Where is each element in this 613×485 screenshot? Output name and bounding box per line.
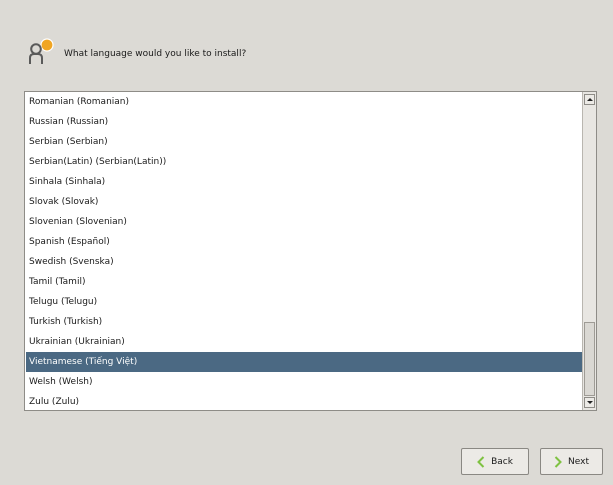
back-button-label: Back — [491, 456, 513, 467]
language-item[interactable]: Swedish (Svenska) — [26, 252, 583, 272]
language-list[interactable]: Romanian (Romanian) Russian (Russian) Serb… — [24, 91, 597, 411]
language-item[interactable]: Telugu (Telugu) — [26, 292, 583, 312]
language-item[interactable]: Tamil (Tamil) — [26, 272, 583, 292]
installer-window: { "header": { "title": "What language wo… — [0, 0, 613, 485]
language-item[interactable]: Ukrainian (Ukrainian) — [26, 332, 583, 352]
language-item[interactable]: Slovak (Slovak) — [26, 192, 583, 212]
language-item[interactable]: Russian (Russian) — [26, 112, 583, 132]
scroll-down-button[interactable] — [584, 397, 595, 408]
language-item[interactable]: Slovenian (Slovenian) — [26, 212, 583, 232]
scroll-up-button[interactable] — [584, 94, 595, 105]
language-item[interactable]: Turkish (Turkish) — [26, 312, 583, 332]
language-item[interactable]: Welsh (Welsh) — [26, 372, 583, 392]
scroll-thumb[interactable] — [584, 322, 595, 396]
vertical-scrollbar[interactable] — [582, 92, 596, 410]
page-header: What language would you like to install? — [28, 36, 246, 66]
language-item[interactable]: Serbian (Serbian) — [26, 132, 583, 152]
language-item[interactable]: Romanian (Romanian) — [26, 92, 583, 112]
next-button[interactable]: Next — [540, 448, 603, 475]
back-button[interactable]: Back — [461, 448, 529, 475]
chevron-right-icon — [554, 455, 562, 468]
people-icon — [29, 38, 54, 64]
language-item[interactable]: Sinhala (Sinhala) — [26, 172, 583, 192]
language-item[interactable]: Vietnamese (Tiếng Việt) — [26, 352, 583, 372]
language-rows: Romanian (Romanian) Russian (Russian) Serb… — [26, 92, 583, 410]
language-item[interactable]: Serbian(Latin) (Serbian(Latin)) — [26, 152, 583, 172]
next-button-label: Next — [568, 456, 589, 467]
page-title: What language would you like to install? — [64, 49, 247, 59]
language-item[interactable]: Zulu (Zulu) — [26, 392, 583, 410]
language-item[interactable]: Spanish (Español) — [26, 232, 583, 252]
chevron-left-icon — [477, 455, 485, 468]
